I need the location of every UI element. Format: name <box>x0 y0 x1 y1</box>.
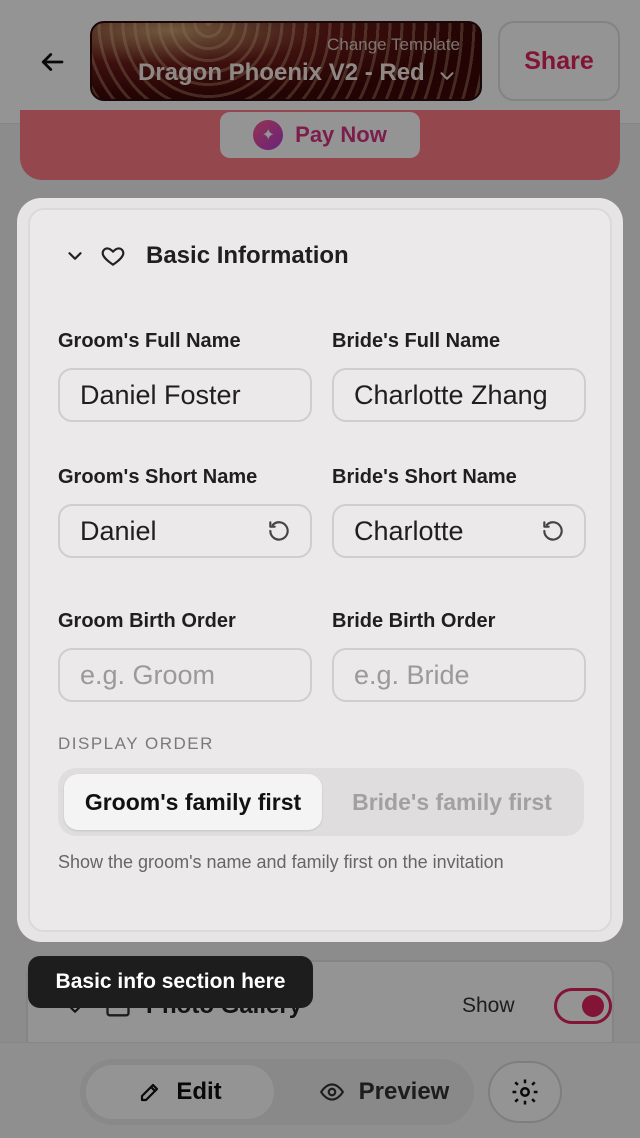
payment-banner: ✦ Pay Now <box>20 110 620 180</box>
reset-icon[interactable] <box>266 518 292 544</box>
basic-information-section: Basic Information Groom's Full Name Brid… <box>28 208 612 932</box>
section-header[interactable]: Basic Information <box>64 242 349 270</box>
settings-button[interactable] <box>488 1061 562 1123</box>
toggle-knob <box>582 995 604 1017</box>
mode-switcher: Edit Preview <box>80 1059 474 1125</box>
bride-birth-order-label: Bride Birth Order <box>332 610 496 632</box>
groom-birth-order-label: Groom Birth Order <box>58 610 236 632</box>
bride-full-name-label: Bride's Full Name <box>332 330 501 352</box>
onboarding-tooltip: Basic info section here <box>28 956 313 1008</box>
pay-now-label: Pay Now <box>295 122 387 147</box>
edit-label: Edit <box>176 1078 222 1105</box>
template-selector[interactable]: Change Template Dragon Phoenix V2 - Red <box>90 21 482 101</box>
back-button[interactable] <box>28 38 76 86</box>
preview-label: Preview <box>358 1078 450 1105</box>
display-order-toggle: Groom's family first Bride's family firs… <box>58 768 584 836</box>
chevron-down-icon[interactable] <box>64 245 86 267</box>
chevron-down-icon <box>440 72 454 80</box>
bottom-navigation: Edit Preview <box>0 1042 640 1138</box>
eye-icon <box>319 1083 344 1101</box>
groom-birth-order-input[interactable] <box>58 648 312 702</box>
pay-now-button[interactable]: ✦ Pay Now <box>220 112 420 158</box>
groom-short-name-label: Groom's Short Name <box>58 466 258 488</box>
heart-icon <box>101 247 125 266</box>
back-arrow-icon <box>41 53 64 71</box>
edit-tab[interactable]: Edit <box>86 1065 274 1119</box>
sparkle-icon: ✦ <box>253 120 284 150</box>
groom-full-name-input[interactable] <box>58 368 312 422</box>
display-order-label: DISPLAY ORDER <box>58 734 214 753</box>
reset-icon[interactable] <box>540 518 566 544</box>
groom-family-first-option[interactable]: Groom's family first <box>64 774 322 830</box>
section-title: Basic Information <box>146 242 349 269</box>
display-order-hint: Show the groom's name and family first o… <box>58 852 504 872</box>
show-toggle[interactable] <box>554 988 612 1024</box>
share-button[interactable]: Share <box>498 21 620 101</box>
bride-short-name-label: Bride's Short Name <box>332 466 517 488</box>
gear-icon <box>512 1079 538 1105</box>
show-label: Show <box>462 994 515 1017</box>
groom-full-name-label: Groom's Full Name <box>58 330 241 352</box>
template-name: Dragon Phoenix V2 - Red <box>138 59 425 86</box>
preview-tab[interactable]: Preview <box>300 1065 468 1119</box>
bride-full-name-input[interactable] <box>332 368 586 422</box>
bride-birth-order-input[interactable] <box>332 648 586 702</box>
bride-family-first-option[interactable]: Bride's family first <box>326 774 578 830</box>
top-bar: Change Template Dragon Phoenix V2 - Red … <box>0 0 640 124</box>
template-caption: Change Template <box>327 35 460 54</box>
edit-icon <box>141 1083 159 1102</box>
